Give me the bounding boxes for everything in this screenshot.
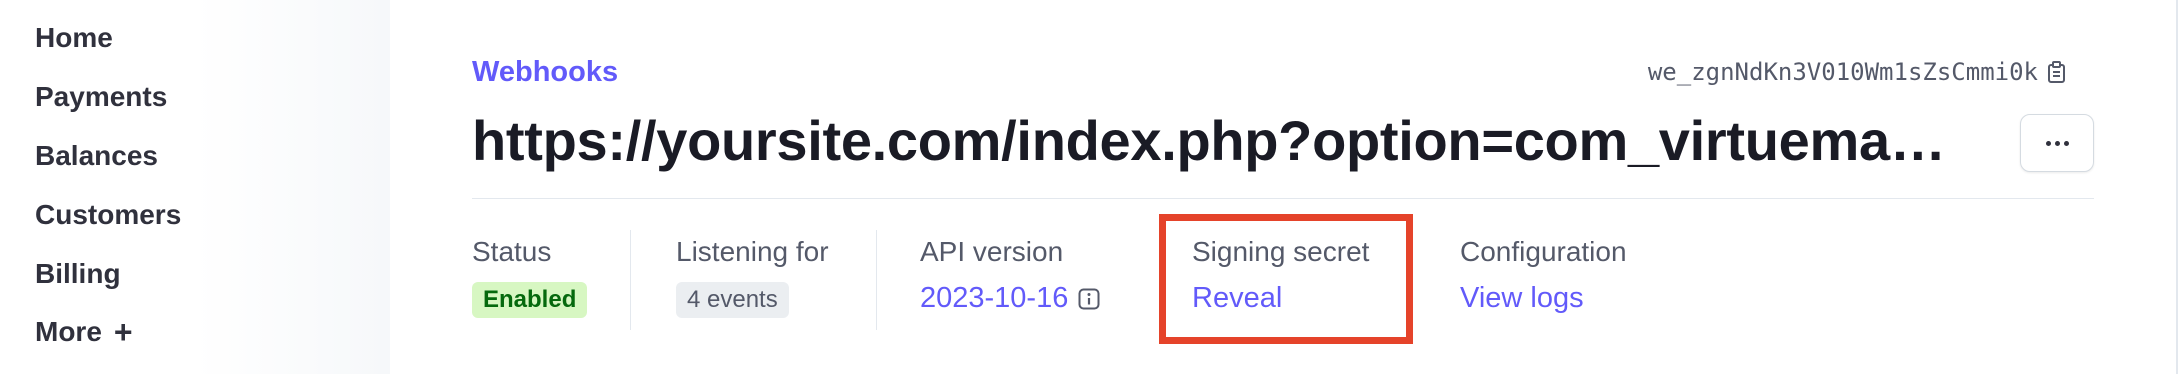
breadcrumb-webhooks[interactable]: Webhooks (472, 56, 618, 89)
sidebar-item-label: Payments (35, 81, 168, 112)
sidebar-item-label: More (35, 316, 102, 347)
app-window: Home Payments Balances Customers Billing… (0, 0, 2184, 374)
listening-for-field: Listening for 4 events (676, 236, 829, 318)
separator (876, 230, 877, 330)
sidebar-item-label: Home (35, 22, 113, 53)
separator (630, 230, 631, 330)
status-field: Status Enabled (472, 236, 588, 318)
sidebar: Home Payments Balances Customers Billing… (0, 0, 390, 374)
sidebar-item-billing[interactable]: Billing (35, 258, 121, 290)
view-logs-link[interactable]: View logs (1460, 282, 1584, 315)
webhook-id-group: we_zgnNdKn3V010Wm1sZsCmmi0k (1648, 58, 2068, 86)
divider (472, 198, 2094, 199)
api-version-label: API version (920, 236, 1064, 267)
listening-for-label: Listening for (676, 236, 829, 267)
status-label: Status (472, 236, 552, 267)
info-icon[interactable] (1078, 288, 1100, 310)
main-content: Webhooks we_zgnNdKn3V010Wm1sZsCmmi0k htt… (390, 0, 2184, 374)
signing-secret-field: Signing secret Reveal (1192, 236, 1369, 315)
reveal-secret-link[interactable]: Reveal (1192, 282, 1282, 315)
events-count-badge[interactable]: 4 events (676, 282, 789, 318)
configuration-field: Configuration View logs (1460, 236, 1627, 315)
more-actions-button[interactable] (2020, 114, 2094, 172)
sidebar-item-payments[interactable]: Payments (35, 81, 167, 113)
ellipsis-icon (2045, 140, 2069, 146)
api-version-link[interactable]: 2023-10-16 (920, 282, 1068, 315)
configuration-label: Configuration (1460, 236, 1627, 267)
page-edge (2176, 0, 2178, 374)
sidebar-item-home[interactable]: Home (35, 22, 113, 54)
status-badge: Enabled (472, 282, 588, 318)
sidebar-item-label: Balances (35, 140, 158, 171)
plus-icon: + (113, 314, 133, 350)
webhook-id: we_zgnNdKn3V010Wm1sZsCmmi0k (1647, 58, 2038, 86)
sidebar-item-balances[interactable]: Balances (35, 140, 158, 172)
sidebar-item-customers[interactable]: Customers (35, 199, 181, 231)
sidebar-item-more[interactable]: More + (35, 316, 133, 348)
copy-icon[interactable] (2046, 60, 2068, 84)
sidebar-item-label: Billing (35, 258, 121, 289)
signing-secret-label: Signing secret (1192, 236, 1370, 267)
api-version-field: API version 2023-10-16 (920, 236, 1100, 315)
sidebar-item-label: Customers (35, 199, 182, 230)
page-title: https://yoursite.com/index.php?option=co… (472, 109, 1962, 172)
